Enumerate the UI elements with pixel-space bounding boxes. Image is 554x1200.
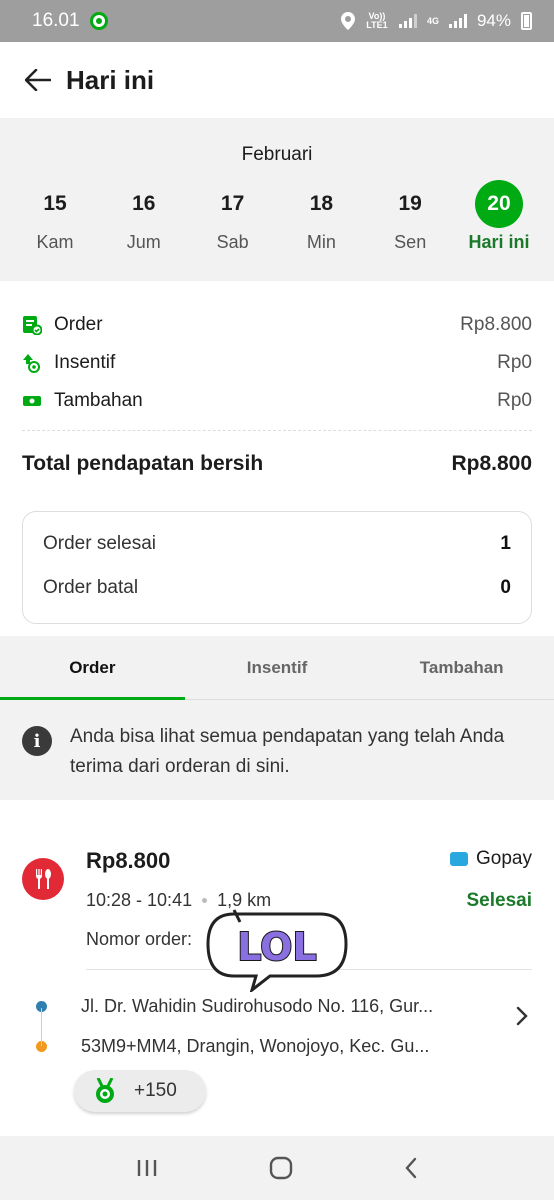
recent-apps-icon[interactable] (136, 1158, 158, 1178)
completed-orders-row: Order selesai 1 (43, 522, 511, 566)
day-name: Sab (216, 232, 249, 252)
pickup-row: Jl. Dr. Wahidin Sudirohusodo No. 116, Gu… (36, 986, 506, 1026)
day-item-today[interactable]: 20 Hari ini (456, 180, 542, 253)
tab-order[interactable]: Order (0, 636, 185, 700)
info-banner: i Anda bisa lihat semua pendapatan yang … (0, 700, 554, 782)
cancelled-label: Order batal (43, 577, 139, 598)
gojek-notification-icon (89, 12, 108, 30)
route-info: Jl. Dr. Wahidin Sudirohusodo No. 116, Gu… (36, 986, 506, 1066)
order-status: Selesai (466, 890, 533, 911)
day-item[interactable]: 19 Sen (367, 184, 453, 253)
day-number: 16 (132, 192, 156, 215)
battery-icon (521, 12, 532, 30)
earnings-value: Rp0 (497, 390, 532, 411)
order-time: 10:28 - 10:41 (86, 890, 193, 910)
day-name: Kam (36, 232, 74, 252)
info-text: Anda bisa lihat semua pendapatan yang te… (70, 726, 505, 777)
separator-dot (202, 898, 208, 903)
signal-icon (398, 14, 417, 28)
dropoff-address: 53M9+MM4, Drangin, Wonojoyo, Kec. Gu... (81, 1035, 430, 1056)
day-name: Jum (126, 232, 161, 252)
day-number: 17 (220, 192, 245, 215)
earnings-row-incentive: Insentif Rp0 (22, 344, 532, 382)
tabs-section: Order Insentif Tambahan i Anda bisa liha… (0, 636, 554, 800)
tab-extra[interactable]: Tambahan (369, 636, 554, 699)
day-number: 18 (309, 192, 334, 215)
signal-icon-2 (448, 14, 467, 28)
route-connector (41, 1008, 42, 1046)
location-icon (340, 12, 355, 30)
food-icon (22, 858, 64, 900)
order-number: Nomor order: (86, 929, 193, 949)
chevron-right-icon[interactable] (516, 1006, 528, 1026)
total-earnings-row: Total pendapatan bersih Rp8.800 (22, 431, 532, 497)
sticker-text: LOL (237, 925, 316, 969)
cash-icon (23, 396, 41, 406)
network-2-label: 4G (426, 15, 439, 26)
day-number: 20 (474, 180, 523, 228)
earnings-value: Rp0 (497, 352, 532, 373)
total-label: Total pendapatan bersih (22, 452, 264, 475)
day-item[interactable]: 15 Kam (12, 184, 98, 253)
status-time: 16.01 (32, 10, 80, 31)
bonus-badge: +150 (74, 1070, 206, 1112)
order-amount: Rp8.800 (86, 848, 171, 873)
total-value: Rp8.800 (451, 452, 532, 475)
earnings-row-extra: Tambahan Rp0 (22, 382, 532, 420)
earnings-label: Order (54, 314, 103, 335)
earnings-value: Rp8.800 (460, 314, 532, 335)
pickup-address: Jl. Dr. Wahidin Sudirohusodo No. 116, Gu… (81, 995, 434, 1016)
back-button[interactable] (24, 66, 52, 94)
completed-label: Order selesai (43, 533, 156, 554)
day-item[interactable]: 18 Min (278, 184, 364, 253)
payment-label: Gopay (476, 848, 532, 869)
day-item[interactable]: 16 Jum (101, 184, 187, 253)
cancelled-value: 0 (500, 577, 511, 598)
month-label: Februari (241, 144, 313, 165)
tab-incentive[interactable]: Insentif (185, 636, 370, 699)
home-icon[interactable] (269, 1156, 293, 1180)
order-receipt-icon (23, 316, 42, 335)
incentive-arrow-icon (23, 354, 40, 373)
dropoff-row: 53M9+MM4, Drangin, Wonojoyo, Kec. Gu... (36, 1026, 506, 1066)
battery-percent: 94% (476, 11, 511, 30)
date-selector: Februari 15 Kam 16 Jum 17 Sab 18 Min 19 … (0, 118, 554, 281)
earnings-label: Tambahan (54, 390, 143, 411)
day-item[interactable]: 17 Sab (190, 184, 276, 253)
day-name: Min (306, 232, 336, 252)
order-summary-card: Order selesai 1 Order batal 0 (22, 511, 532, 624)
bonus-value: +150 (134, 1080, 177, 1101)
app-header: Hari ini (0, 42, 554, 118)
tab-bar: Order Insentif Tambahan (0, 636, 554, 700)
day-name: Sen (394, 232, 427, 252)
day-number: 19 (398, 192, 422, 215)
day-name: Hari ini (468, 232, 530, 252)
day-number: 15 (43, 192, 67, 215)
system-nav-bar (0, 1136, 554, 1200)
earnings-label: Insentif (54, 352, 116, 373)
arrow-left-icon (25, 69, 51, 91)
wallet-icon (450, 852, 469, 866)
cancelled-orders-row: Order batal 0 (43, 566, 511, 610)
completed-value: 1 (500, 533, 511, 554)
back-nav-icon[interactable] (404, 1157, 418, 1179)
fork-spoon-icon (36, 869, 51, 889)
earnings-row-order: Order Rp8.800 (22, 306, 532, 344)
status-bar: 16.01 Vo)) LTE1 4G 94% (0, 0, 554, 42)
page-title: Hari ini (66, 64, 155, 95)
network-1-label: Vo)) LTE1 (366, 11, 388, 30)
earnings-breakdown: Order Rp8.800 Insentif Rp0 Tambahan Rp0 … (22, 306, 532, 497)
payment-method: Gopay (450, 848, 532, 870)
info-icon: i (22, 726, 52, 756)
medal-icon (96, 1078, 114, 1103)
lol-sticker: LOL (206, 909, 348, 992)
